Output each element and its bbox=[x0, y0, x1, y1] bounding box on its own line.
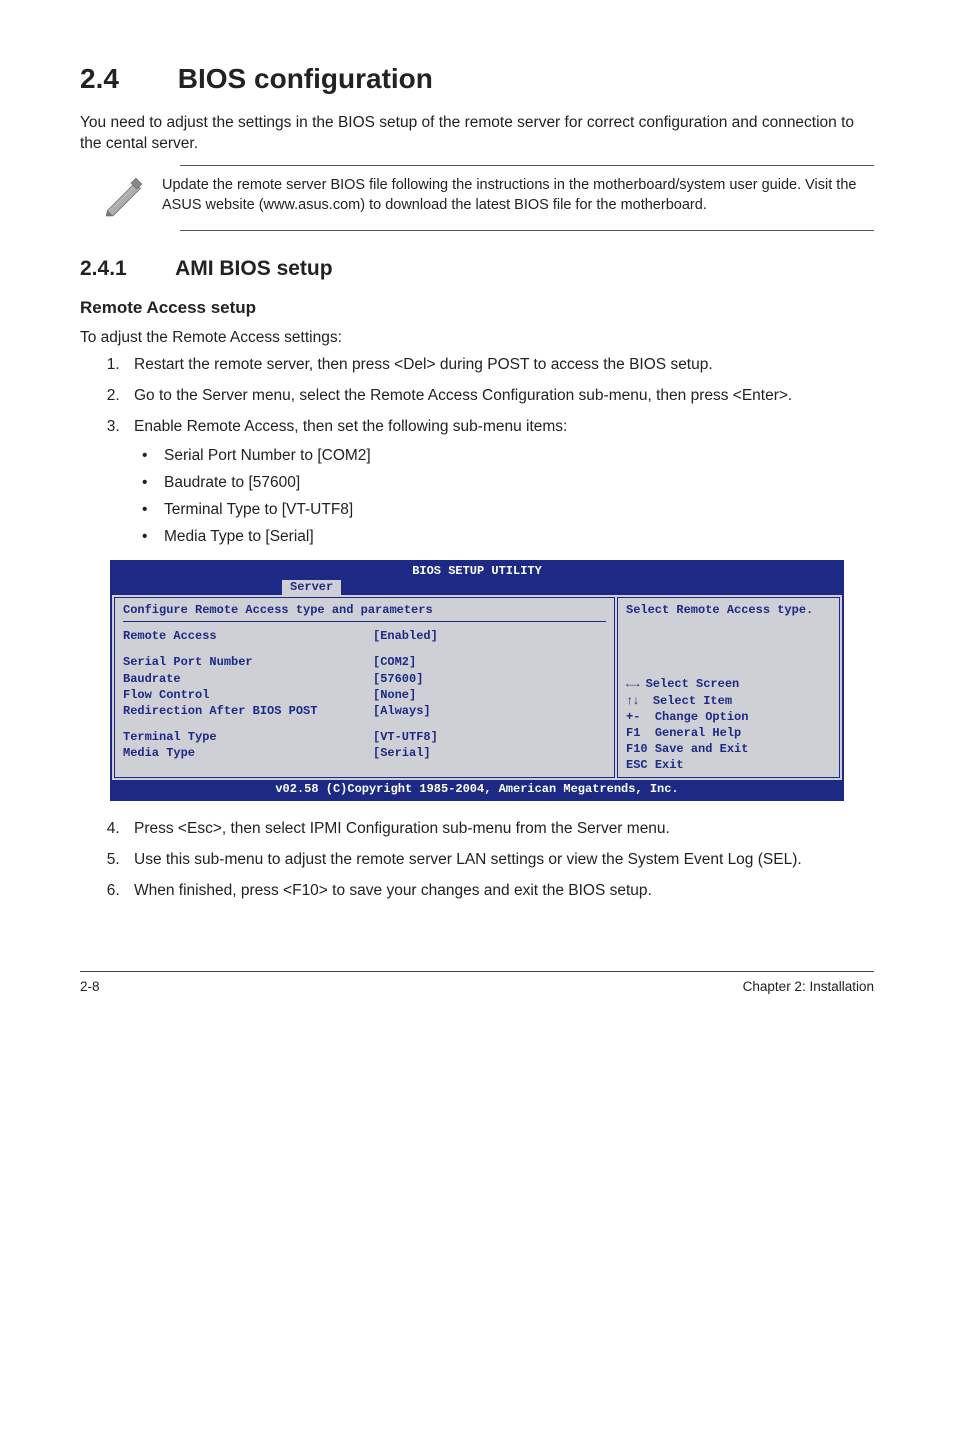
bios-label: Serial Port Number bbox=[123, 654, 373, 670]
steps-list-1: Restart the remote server, then press <D… bbox=[80, 355, 874, 547]
bios-label: Terminal Type bbox=[123, 729, 373, 745]
bios-row: Remote Access [Enabled] bbox=[123, 628, 606, 644]
bios-row: Terminal Type [VT-UTF8] bbox=[123, 729, 606, 745]
page-number: 2-8 bbox=[80, 978, 100, 996]
steps-list-2: Press <Esc>, then select IPMI Configurat… bbox=[80, 819, 874, 902]
step-item: Go to the Server menu, select the Remote… bbox=[124, 386, 874, 407]
bios-label: Remote Access bbox=[123, 628, 373, 644]
key-label: Select Screen bbox=[646, 677, 740, 691]
step-item: Press <Esc>, then select IPMI Configurat… bbox=[124, 819, 874, 840]
subsection-title: AMI BIOS setup bbox=[175, 257, 333, 280]
bios-label: Baudrate bbox=[123, 671, 373, 687]
bios-value: [VT-UTF8] bbox=[373, 729, 438, 745]
step-item: Enable Remote Access, then set the follo… bbox=[124, 417, 874, 548]
bios-title: BIOS SETUP UTILITY bbox=[112, 562, 842, 580]
section-number: 2.4 bbox=[80, 60, 170, 98]
bullet-item: Baudrate to [57600] bbox=[164, 473, 874, 494]
key-label: Change Option bbox=[655, 710, 749, 724]
page-footer: 2-8 Chapter 2: Installation bbox=[80, 971, 874, 996]
subsection-heading: 2.4.1 AMI BIOS setup bbox=[80, 255, 874, 283]
remote-access-lead: To adjust the Remote Access settings: bbox=[80, 328, 874, 349]
bios-value: [Serial] bbox=[373, 745, 431, 761]
key-label: General Help bbox=[655, 726, 741, 740]
bios-row: Redirection After BIOS POST [Always] bbox=[123, 703, 606, 719]
key-esc: ESC bbox=[626, 758, 648, 772]
step-text: Enable Remote Access, then set the follo… bbox=[134, 418, 567, 435]
key-label: Select Item bbox=[653, 694, 732, 708]
step-item: Use this sub-menu to adjust the remote s… bbox=[124, 850, 874, 871]
bios-label: Flow Control bbox=[123, 687, 373, 703]
bios-tab-server: Server bbox=[282, 580, 341, 595]
bios-key-help: ←→ Select Screen ↑↓ Select Item +- Chang… bbox=[626, 676, 831, 773]
subsection-number: 2.4.1 bbox=[80, 255, 170, 283]
key-f10: F10 bbox=[626, 742, 648, 756]
section-heading: 2.4 BIOS configuration bbox=[80, 60, 874, 98]
key-label: Exit bbox=[655, 758, 684, 772]
bios-value: [None] bbox=[373, 687, 416, 703]
bios-value: [COM2] bbox=[373, 654, 416, 670]
bios-label: Media Type bbox=[123, 745, 373, 761]
bios-row: Baudrate [57600] bbox=[123, 671, 606, 687]
arrow-lr-icon: ←→ bbox=[626, 677, 638, 691]
note-text: Update the remote server BIOS file follo… bbox=[162, 176, 874, 215]
step-item: Restart the remote server, then press <D… bbox=[124, 355, 874, 376]
bios-row: Serial Port Number [COM2] bbox=[123, 654, 606, 670]
bios-value: [Enabled] bbox=[373, 628, 438, 644]
arrow-ud-icon: ↑↓ bbox=[626, 694, 638, 708]
remote-access-heading: Remote Access setup bbox=[80, 297, 874, 320]
bios-row: Flow Control [None] bbox=[123, 687, 606, 703]
sub-bullets: Serial Port Number to [COM2] Baudrate to… bbox=[134, 446, 874, 548]
key-plusminus: +- bbox=[626, 710, 640, 724]
bullet-item: Serial Port Number to [COM2] bbox=[164, 446, 874, 467]
section-title: BIOS configuration bbox=[178, 63, 433, 94]
bios-tab-row: Server bbox=[112, 580, 842, 595]
bios-right-panel: Select Remote Access type. ←→ Select Scr… bbox=[617, 597, 840, 779]
bios-footer: v02.58 (C)Copyright 1985-2004, American … bbox=[112, 780, 842, 798]
bios-row: Media Type [Serial] bbox=[123, 745, 606, 761]
bullet-item: Terminal Type to [VT-UTF8] bbox=[164, 500, 874, 521]
key-label: Save and Exit bbox=[655, 742, 749, 756]
section-intro: You need to adjust the settings in the B… bbox=[80, 113, 874, 155]
bullet-item: Media Type to [Serial] bbox=[164, 527, 874, 548]
bios-value: [Always] bbox=[373, 703, 431, 719]
bios-left-panel: Configure Remote Access type and paramet… bbox=[114, 597, 615, 779]
pencil-note-icon bbox=[100, 176, 148, 220]
bios-value: [57600] bbox=[373, 671, 423, 687]
bios-label: Redirection After BIOS POST bbox=[123, 703, 373, 719]
step-item: When finished, press <F10> to save your … bbox=[124, 881, 874, 902]
chapter-label: Chapter 2: Installation bbox=[743, 978, 874, 996]
key-f1: F1 bbox=[626, 726, 640, 740]
bios-side-help: Select Remote Access type. bbox=[626, 602, 831, 618]
bios-screenshot: BIOS SETUP UTILITY Server Configure Remo… bbox=[110, 560, 844, 801]
note-box: Update the remote server BIOS file follo… bbox=[180, 165, 874, 231]
bios-panel-heading: Configure Remote Access type and paramet… bbox=[123, 602, 606, 622]
